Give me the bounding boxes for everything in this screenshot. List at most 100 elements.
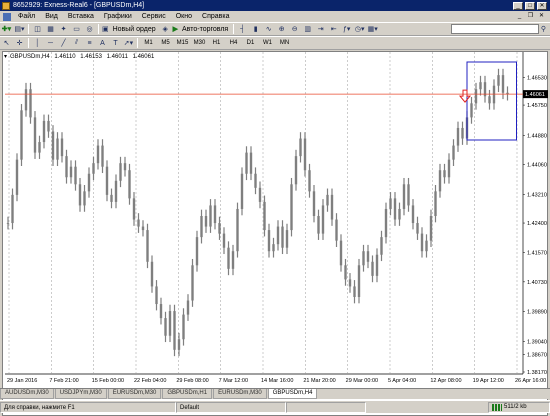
arrows-icon[interactable]: ➚▾ [123,38,134,49]
price-candle [317,216,320,234]
metaeditor-icon[interactable]: ◈ [160,24,171,35]
price-candle [263,201,266,231]
price-candle [443,170,446,178]
maximize-button[interactable]: □ [525,1,535,10]
zoom-in-icon[interactable]: ⊕ [276,24,287,35]
timeframe-m30[interactable]: M30 [192,38,207,49]
connection-icon [492,403,502,411]
search-input[interactable] [450,24,539,34]
profiles-icon[interactable]: ▤▾ [14,24,25,35]
text-tool-icon[interactable]: A [97,38,108,49]
trendline-icon[interactable]: ╱ [58,38,69,49]
price-candle [357,265,361,297]
y-tick-label: 1.38670 [527,352,547,358]
price-chart[interactable]: 29 Jan 2016 7 Feb 21:00 15 Feb 00:00 22 Feb… [3,52,548,387]
line-chart-icon[interactable]: ∿ [263,24,274,35]
price-candle [182,314,185,340]
vertical-line-icon[interactable]: │ [32,38,43,49]
status-connection: 511/2 kb [488,401,550,413]
bar-chart-icon[interactable]: ┤ [237,24,248,35]
mdi-close-button[interactable]: ✕ [537,13,546,20]
new-chart-icon[interactable]: ✚▾ [1,24,12,35]
price-candle [281,226,284,248]
chart-close-value: 1.46061 [132,54,155,60]
navigator-icon[interactable]: ✦ [58,24,69,35]
new-order-label: Новый ордер [112,25,156,33]
menu-window[interactable]: Окно [171,13,197,20]
autoscroll-icon[interactable]: ⇥ [315,24,326,35]
price-candle [200,216,203,238]
timeframe-mn[interactable]: MN [277,38,292,49]
auto-trading-button[interactable]: ▶ Авто-торговля [173,24,231,35]
menu-file[interactable]: Файл [13,13,40,20]
price-candle [326,194,329,206]
chart-symbol-label: GBPUSDm,H4 [10,54,50,60]
tab-gbpusd-h1[interactable]: GBPUSDm,H1 [162,389,213,399]
price-candle [51,131,55,160]
price-candle [20,110,23,160]
tab-gbpusd-h4[interactable]: GBPUSDm,H4 [267,389,318,399]
timeframe-d1[interactable]: D1 [243,38,258,49]
strategy-tester-icon[interactable]: ◎ [84,24,95,35]
tab-audusd-m30[interactable]: AUDUSDm,M30 [0,389,54,399]
periods-icon[interactable]: ◷▾ [354,24,365,35]
price-candle [150,261,154,287]
y-tick-label: 1.39890 [527,309,547,315]
mdi-restore-button[interactable]: ❐ [526,13,535,20]
chart-info-line: ▾ GBPUSDm,H4 1.46110 1.46153 1.46011 1.46… [4,53,157,60]
timeframe-m5[interactable]: M5 [158,38,173,49]
price-candle [114,180,118,202]
price-candle [47,120,50,132]
menu-view[interactable]: Вид [40,13,63,20]
cursor-icon[interactable]: ↖ [1,38,12,49]
price-candle [240,173,244,209]
minimize-button[interactable]: _ [513,1,523,10]
search-icon[interactable]: ⚲ [541,25,546,33]
data-window-icon[interactable]: ▦ [45,24,56,35]
timeframe-m15[interactable]: M15 [175,38,190,49]
price-candle [146,230,149,262]
menu-help[interactable]: Справка [197,13,234,20]
text-label-icon[interactable]: T [110,38,121,49]
crosshair-icon[interactable]: ✛ [14,38,25,49]
price-candle [402,184,406,209]
timeframe-h1[interactable]: H1 [209,38,224,49]
price-candle [420,233,424,252]
price-candle [87,173,91,192]
new-order-button[interactable]: ▣ Новый ордер [102,24,158,35]
window-title: 8652929: Exness-Real6 - [GBPUSDm,H4] [13,2,145,9]
indicators-icon[interactable]: ƒ▾ [341,24,352,35]
timeframe-h4[interactable]: H4 [226,38,241,49]
price-candle [272,244,275,252]
terminal-icon[interactable]: ▭ [71,24,82,35]
zoom-out-icon[interactable]: ⊖ [289,24,300,35]
close-button[interactable]: ✕ [537,1,547,10]
timeframe-w1[interactable]: W1 [260,38,275,49]
fibonacci-icon[interactable]: ≡ [84,38,95,49]
menu-charts[interactable]: Графики [99,13,137,20]
horizontal-line-icon[interactable]: ─ [45,38,56,49]
status-help: Для справки, нажмите F1 [0,401,176,413]
market-watch-icon[interactable]: ◫ [32,24,43,35]
menu-tools[interactable]: Сервис [137,13,171,20]
tile-windows-icon[interactable]: ▥ [302,24,313,35]
price-candle [24,89,28,111]
candle-chart-icon[interactable]: ▮ [250,24,261,35]
menu-insert[interactable]: Вставка [63,13,99,20]
tab-eurusd-m30-2[interactable]: EURUSDm,M30 [213,389,267,399]
templates-icon[interactable]: ▦▾ [367,24,378,35]
price-candle [335,219,338,241]
chart-shift-icon[interactable]: ⇤ [328,24,339,35]
x-tick-label: 22 Feb 04:00 [134,378,166,384]
new-order-icon: ▣ [102,26,109,33]
tab-eurusd-m30[interactable]: EURUSDm,M30 [107,389,162,399]
price-candle [141,226,145,231]
equidistant-channel-icon[interactable]: ⫽ [71,38,82,49]
mdi-minimize-button[interactable]: _ [515,13,524,20]
price-candle [92,163,95,174]
price-candle [461,127,464,139]
price-candle [96,145,100,164]
timeframe-m1[interactable]: M1 [141,38,156,49]
tab-usdjpy-m30[interactable]: USDJPYm,M30 [54,389,107,399]
x-tick-label: 14 Mar 16:00 [261,378,293,384]
